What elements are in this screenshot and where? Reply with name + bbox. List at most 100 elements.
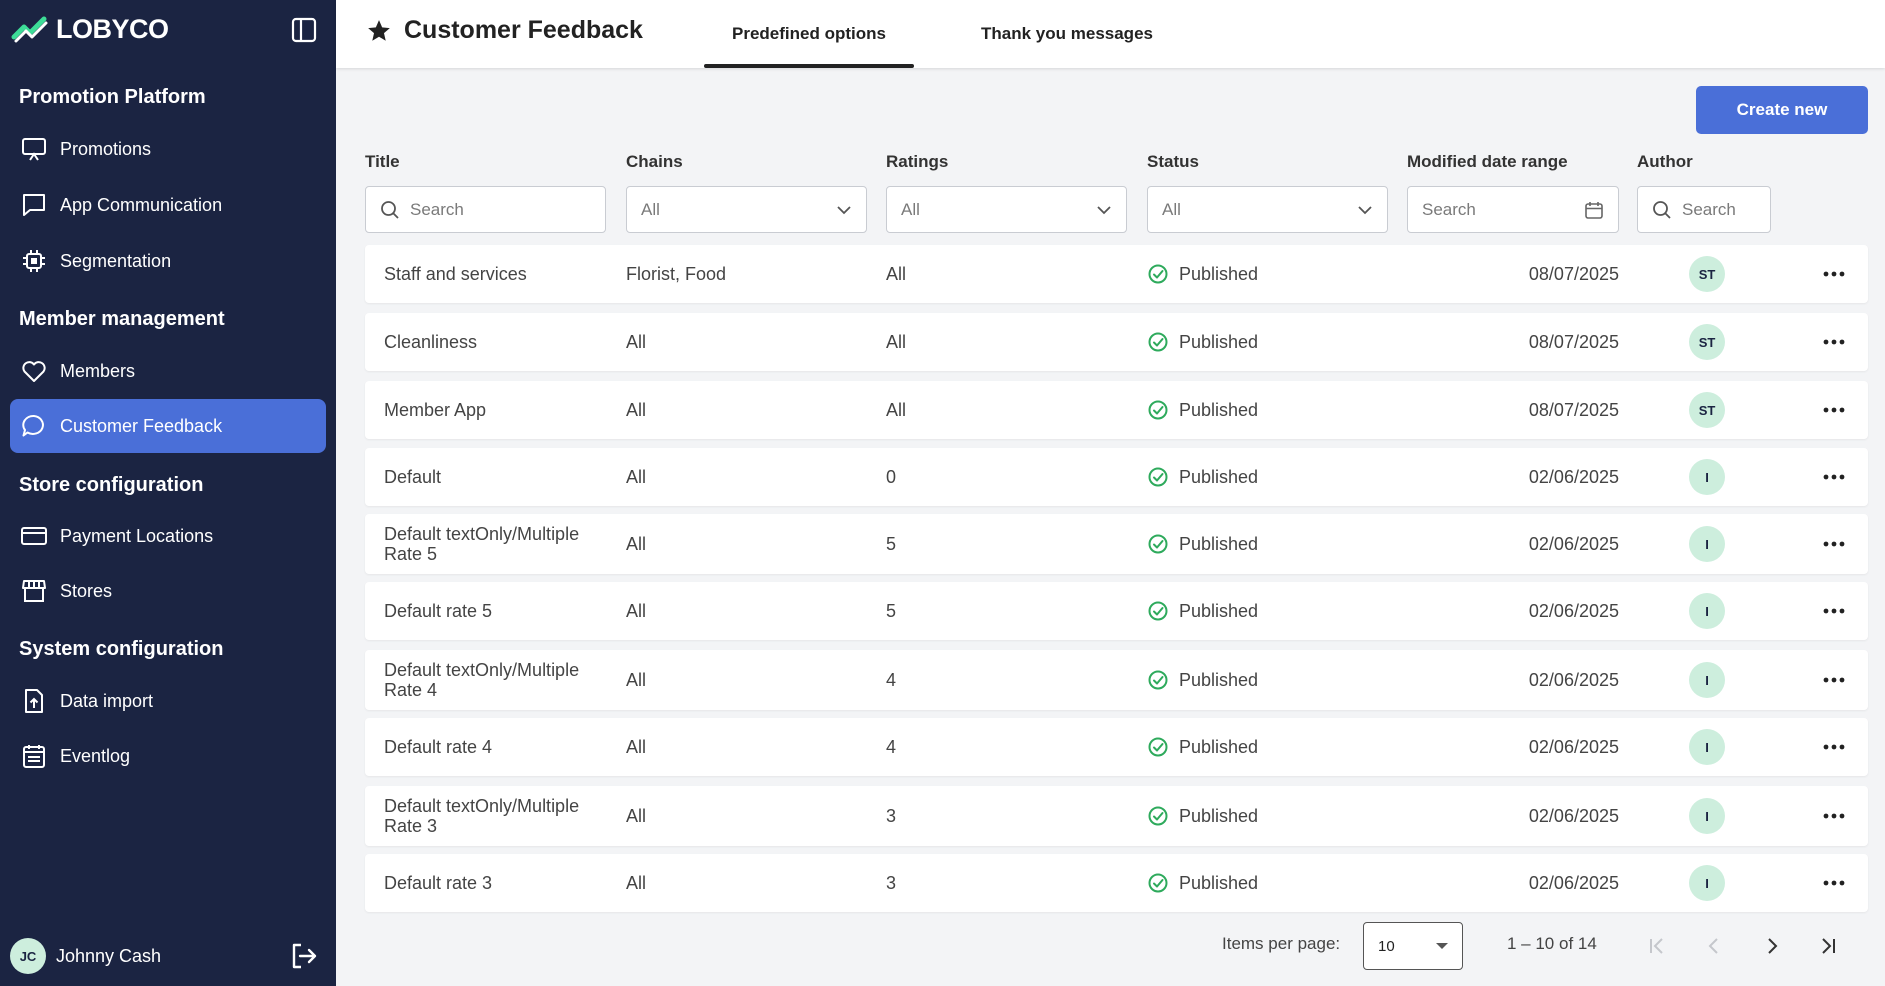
caret-down-icon xyxy=(1436,943,1448,949)
sidebar-item-segmentation[interactable]: Segmentation xyxy=(10,234,326,288)
table-row[interactable]: Member App All All Published 08/07/2025 ST xyxy=(365,381,1868,439)
calendar-icon[interactable] xyxy=(1584,200,1604,220)
items-per-page-select[interactable]: 10 xyxy=(1363,922,1463,970)
row-actions-button[interactable] xyxy=(1814,381,1854,439)
row-actions-button[interactable] xyxy=(1814,854,1854,912)
page-title: Customer Feedback xyxy=(366,16,643,45)
create-new-button[interactable]: Create new xyxy=(1696,86,1868,134)
sidebar-item-app-communication[interactable]: App Communication xyxy=(10,178,326,232)
table-row[interactable]: Default All 0 Published 02/06/2025 I xyxy=(365,448,1868,506)
logout-icon xyxy=(292,943,317,969)
row-author: I xyxy=(1689,582,1725,640)
sidebar-item-data-import[interactable]: Data import xyxy=(10,674,326,728)
sidebar-item-promotions[interactable]: Promotions xyxy=(10,122,326,176)
table-row[interactable]: Default rate 3 All 3 Published 02/06/2025 I xyxy=(365,854,1868,912)
sidebar-item-label: Promotions xyxy=(60,138,152,159)
check-circle-icon xyxy=(1148,467,1168,487)
author-avatar: I xyxy=(1689,526,1725,562)
author-avatar: ST xyxy=(1689,324,1725,360)
section-title-member-management: Member management xyxy=(19,308,225,330)
heart-icon xyxy=(22,361,46,382)
first-page-button[interactable] xyxy=(1641,930,1673,962)
more-horizontal-icon xyxy=(1823,880,1845,886)
author-avatar: I xyxy=(1689,662,1725,698)
more-horizontal-icon xyxy=(1823,744,1845,750)
brand-logo[interactable]: LOBYCO xyxy=(10,14,169,45)
chevron-down-icon xyxy=(1358,205,1372,214)
row-actions-button[interactable] xyxy=(1814,650,1854,710)
title-search-placeholder: Search xyxy=(410,199,464,219)
last-page-button[interactable] xyxy=(1812,930,1844,962)
table-row[interactable]: Staff and services Florist, Food All Publis… xyxy=(365,245,1868,303)
chains-select[interactable]: All xyxy=(626,186,867,233)
row-actions-button[interactable] xyxy=(1814,313,1854,371)
check-circle-icon xyxy=(1148,670,1168,690)
section-title-promotion-platform: Promotion Platform xyxy=(19,86,206,108)
next-page-button[interactable] xyxy=(1756,930,1788,962)
row-modified-date: 02/06/2025 xyxy=(1528,736,1619,757)
sidebar-item-label: Eventlog xyxy=(60,745,131,766)
status-label: Published xyxy=(1179,872,1259,893)
row-actions-button[interactable] xyxy=(1814,718,1854,776)
check-circle-icon xyxy=(1148,601,1168,621)
row-title: Default textOnly/Multiple Rate 5 xyxy=(384,524,580,564)
status-label: Published xyxy=(1179,466,1259,487)
pagination-range: 1 – 10 of 14 xyxy=(1507,934,1597,953)
row-author: I xyxy=(1689,650,1725,710)
more-horizontal-icon xyxy=(1823,813,1845,819)
table-row[interactable]: Default textOnly/Multiple Rate 4 All 4 Publ… xyxy=(365,650,1868,710)
chevron-right-icon xyxy=(1768,938,1778,954)
row-ratings: 4 xyxy=(886,669,897,690)
check-circle-icon xyxy=(1148,534,1168,554)
table-row[interactable]: Default rate 4 All 4 Published 02/06/2025 I xyxy=(365,718,1868,776)
sidebar-item-customer-feedback[interactable]: Customer Feedback xyxy=(10,399,326,453)
column-header-chains: Chains xyxy=(626,152,683,171)
row-title: Default rate 4 xyxy=(384,737,493,757)
status-label: Published xyxy=(1179,669,1259,690)
row-actions-button[interactable] xyxy=(1814,448,1854,506)
more-horizontal-icon xyxy=(1823,474,1845,480)
check-circle-icon xyxy=(1148,264,1168,284)
tab-thank-you-messages[interactable]: Thank you messages xyxy=(952,0,1182,68)
items-per-page-label: Items per page: xyxy=(1222,934,1341,953)
status-select[interactable]: All xyxy=(1147,186,1388,233)
table-row[interactable]: Default rate 5 All 5 Published 02/06/2025 I xyxy=(365,582,1868,640)
sidebar-item-eventlog[interactable]: Eventlog xyxy=(10,729,326,783)
check-circle-icon xyxy=(1148,873,1168,893)
search-icon xyxy=(1653,200,1671,219)
row-actions-button[interactable] xyxy=(1814,245,1854,303)
ratings-select-value: All xyxy=(901,199,920,219)
sidebar-item-members[interactable]: Members xyxy=(10,344,326,398)
sidebar-item-payment-locations[interactable]: Payment Locations xyxy=(10,509,326,563)
row-author: I xyxy=(1689,448,1725,506)
column-header-title: Title xyxy=(365,152,400,171)
title-search-input[interactable]: Search xyxy=(365,186,606,233)
row-ratings: All xyxy=(886,399,907,420)
row-actions-button[interactable] xyxy=(1814,786,1854,846)
row-status: Published xyxy=(1147,718,1258,776)
sidebar-toggle-button[interactable] xyxy=(288,14,320,46)
author-avatar: I xyxy=(1689,593,1725,629)
table-row[interactable]: Default textOnly/Multiple Rate 3 All 3 Publ… xyxy=(365,786,1868,846)
row-ratings: 4 xyxy=(886,736,897,757)
row-actions-button[interactable] xyxy=(1814,514,1854,574)
table-row[interactable]: Cleanliness All All Published 08/07/2025 ST xyxy=(365,313,1868,371)
previous-page-button[interactable] xyxy=(1698,930,1730,962)
table-row[interactable]: Default textOnly/Multiple Rate 5 All 5 Publ… xyxy=(365,514,1868,574)
sidebar-item-stores[interactable]: Stores xyxy=(10,564,326,618)
row-modified-date: 08/07/2025 xyxy=(1528,331,1619,352)
user-profile[interactable]: JC Johnny Cash xyxy=(10,938,161,974)
user-avatar: JC xyxy=(10,938,46,974)
row-modified-date: 08/07/2025 xyxy=(1528,399,1619,420)
row-status: Published xyxy=(1147,313,1258,371)
tab-predefined-options[interactable]: Predefined options xyxy=(704,0,914,68)
ratings-select[interactable]: All xyxy=(886,186,1127,233)
logout-button[interactable] xyxy=(288,940,320,972)
file-upload-icon xyxy=(25,689,43,713)
check-circle-icon xyxy=(1148,806,1168,826)
modified-date-range-input[interactable]: Search xyxy=(1407,186,1619,233)
author-search-input[interactable]: Search xyxy=(1637,186,1771,233)
row-actions-button[interactable] xyxy=(1814,582,1854,640)
row-modified-date: 02/06/2025 xyxy=(1528,466,1619,487)
row-chains: All xyxy=(626,466,647,487)
